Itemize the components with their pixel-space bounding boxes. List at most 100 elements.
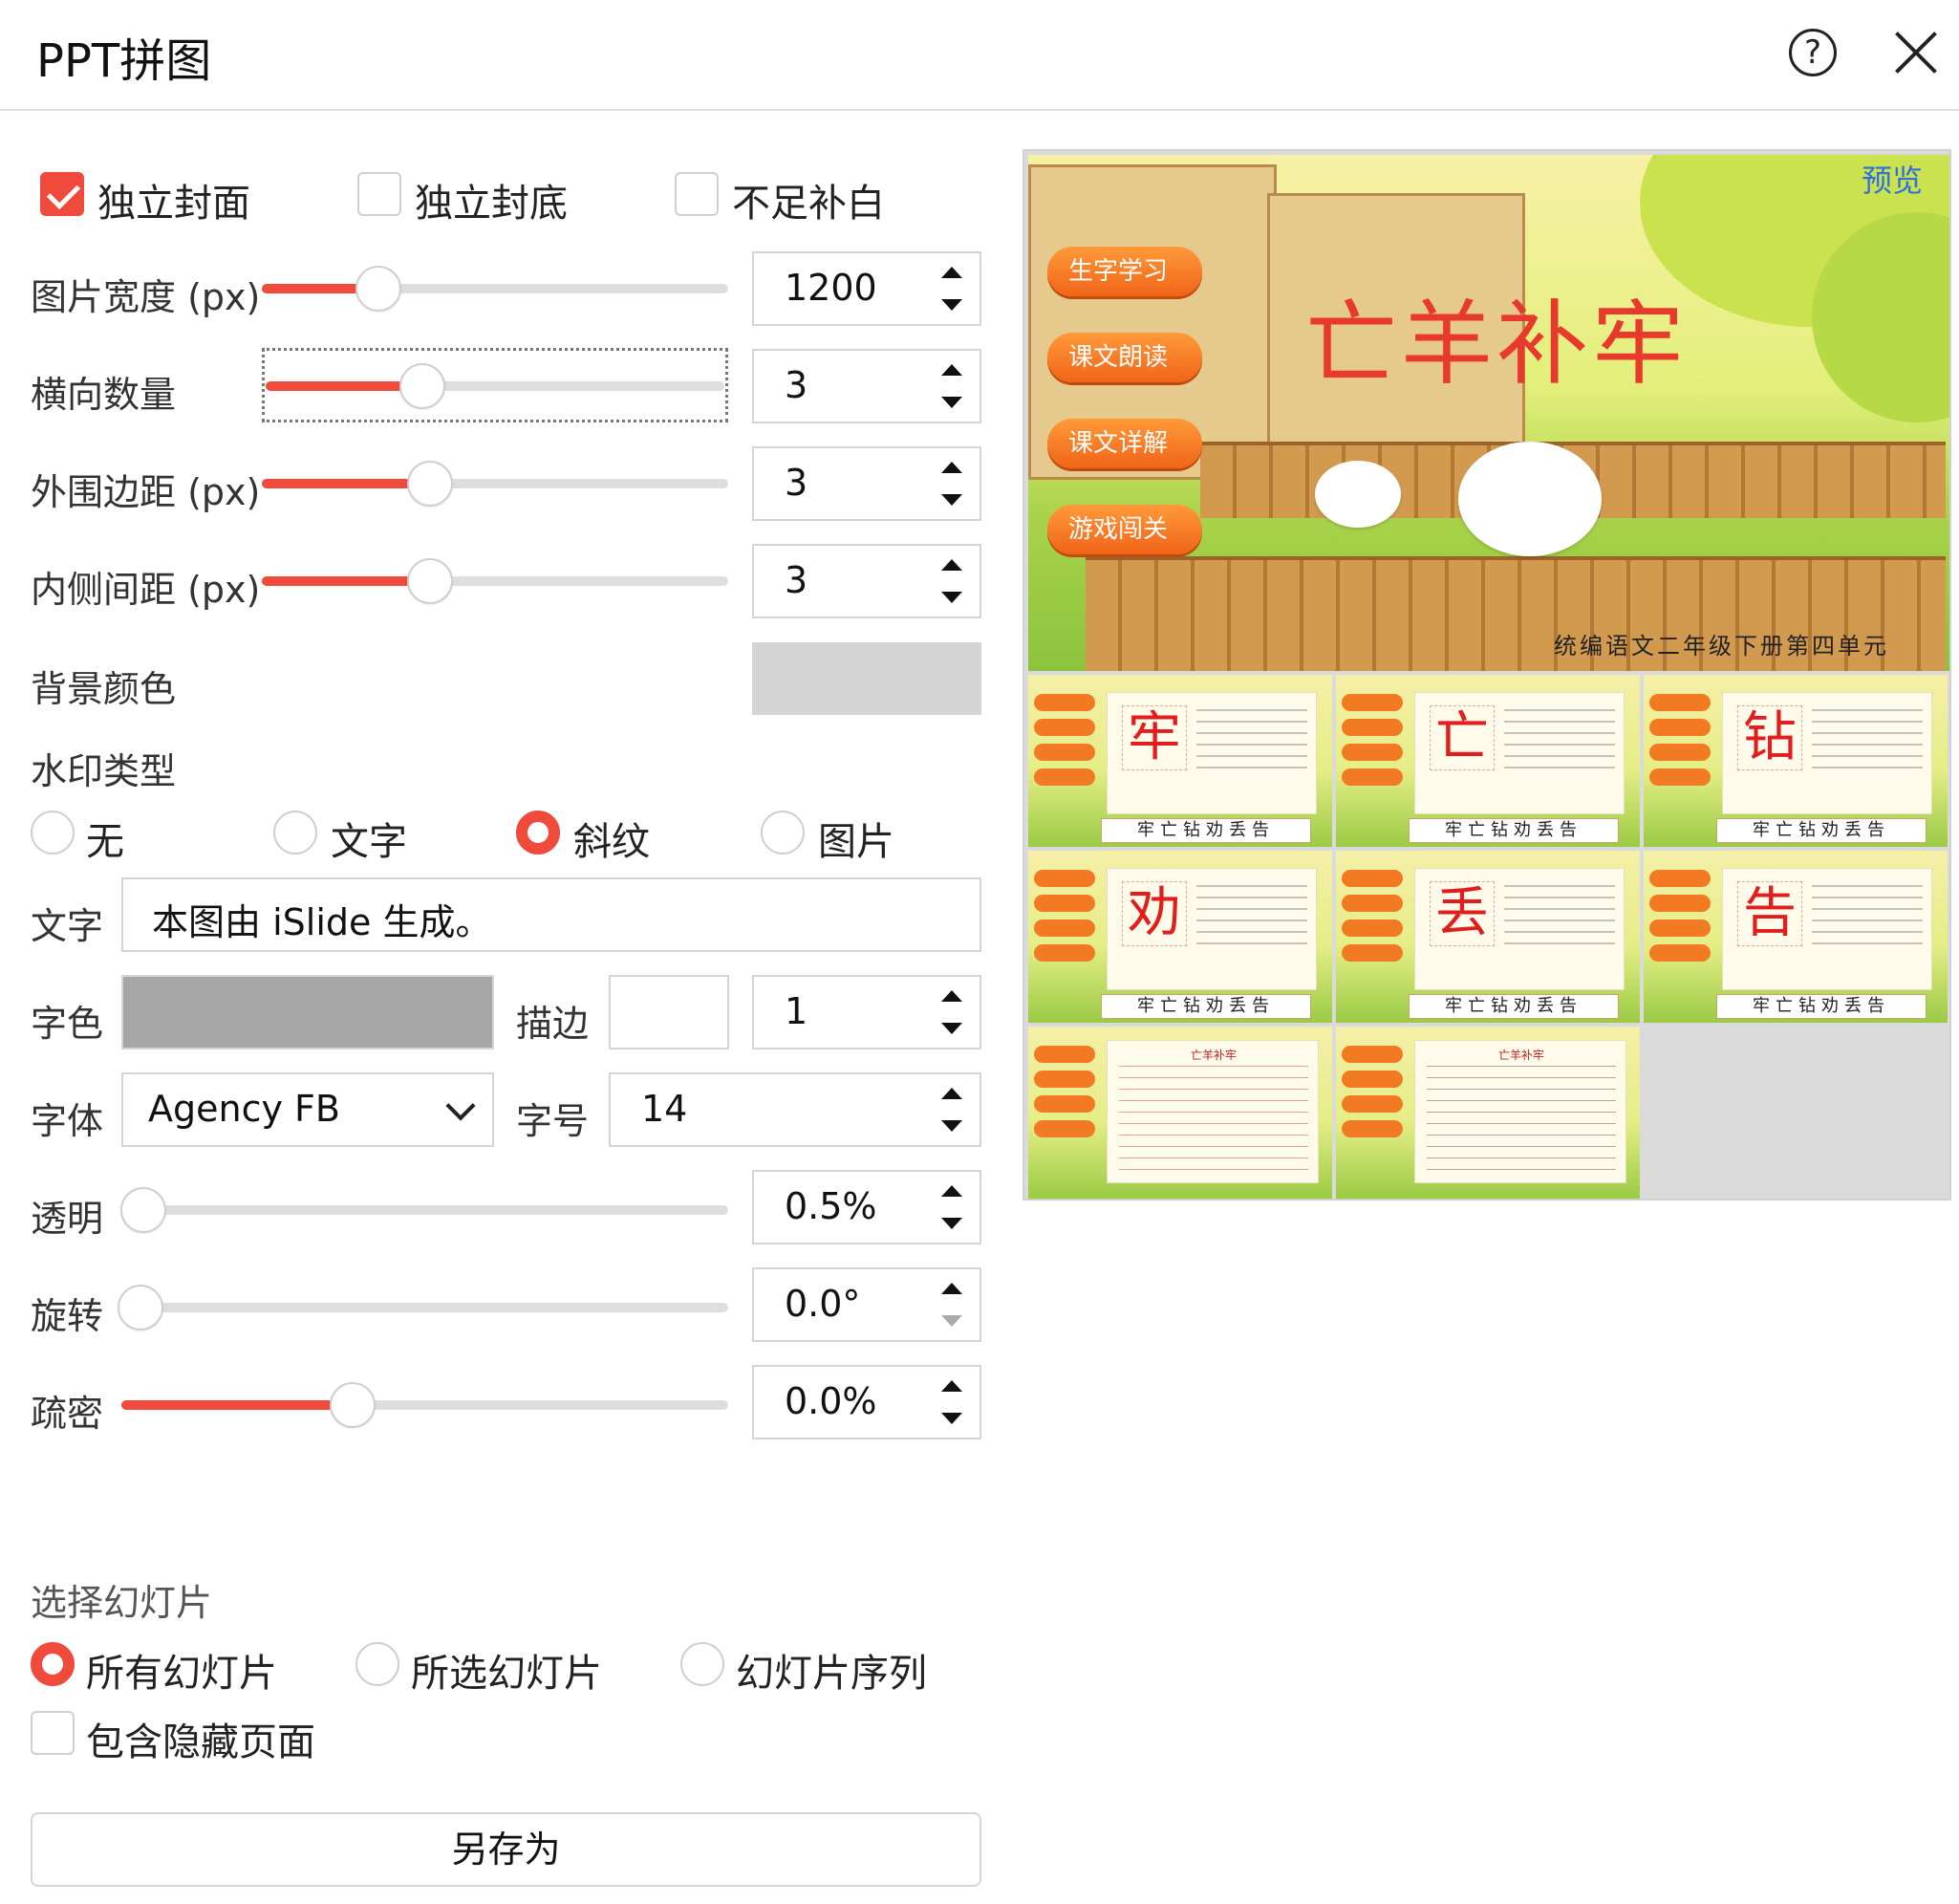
font-color-swatch[interactable]	[121, 975, 494, 1049]
include-hidden-checkbox[interactable]	[31, 1711, 75, 1755]
opacity-spinbox[interactable]: 0.5%	[752, 1170, 981, 1244]
watermark-none-radio[interactable]	[31, 811, 75, 855]
spin-value[interactable]: 0.5%	[785, 1185, 877, 1227]
image-width-slider[interactable]	[262, 266, 728, 312]
cover-slide: 生字学习 课文朗读 课文详解 游戏闯关 亡羊补牢 统编语文二年级下册第四单元	[1028, 155, 1949, 671]
increment-icon[interactable]	[941, 462, 962, 473]
slider-thumb[interactable]	[399, 363, 445, 409]
slider-thumb[interactable]	[118, 1285, 163, 1331]
outer-margin-spinbox[interactable]: 3	[752, 446, 981, 521]
hanzi-char: 亡	[1430, 705, 1495, 770]
spin-value[interactable]: 3	[785, 462, 807, 504]
decrement-icon[interactable]	[941, 592, 962, 603]
image-width-spinbox[interactable]: 1200	[752, 251, 981, 326]
inner-spacing-slider[interactable]	[262, 558, 728, 604]
increment-icon[interactable]	[941, 559, 962, 571]
selected-slides-radio[interactable]	[355, 1642, 399, 1686]
font-size-spinbox[interactable]: 14	[609, 1072, 981, 1147]
slider-thumb[interactable]	[355, 266, 401, 312]
spin-value[interactable]: 3	[785, 559, 807, 601]
density-spinbox[interactable]: 0.0%	[752, 1365, 981, 1439]
rotate-label: 旋转	[31, 1295, 104, 1337]
increment-icon[interactable]	[941, 267, 962, 278]
spin-value[interactable]: 14	[641, 1088, 687, 1130]
watermark-diagonal-radio[interactable]	[516, 811, 560, 855]
hanzi-char: 丢	[1430, 881, 1495, 946]
inner-spacing-label: 内侧间距 (px)	[31, 569, 261, 611]
increment-icon[interactable]	[941, 1088, 962, 1099]
watermark-text-radio[interactable]	[273, 811, 317, 855]
watermark-text-input[interactable]: 本图由 iSlide 生成。	[121, 877, 981, 952]
stroke-label: 描边	[516, 1003, 590, 1045]
selected-slides-label[interactable]: 所选幻灯片	[411, 1642, 602, 1698]
spin-value[interactable]: 0.0°	[785, 1283, 860, 1325]
slider-thumb[interactable]	[120, 1187, 166, 1233]
horizontal-count-slider[interactable]	[266, 363, 724, 409]
increment-icon[interactable]	[941, 364, 962, 376]
watermark-diagonal-label[interactable]: 斜纹	[573, 811, 650, 866]
chevron-down-icon[interactable]	[445, 1091, 476, 1121]
watermark-text-value[interactable]: 本图由 iSlide 生成。	[152, 893, 491, 945]
outer-margin-label: 外围边距 (px)	[31, 471, 261, 513]
watermark-text-label[interactable]: 文字	[331, 811, 407, 866]
all-slides-radio[interactable]	[31, 1642, 75, 1686]
increment-icon[interactable]	[941, 1380, 962, 1392]
cover-menu-item: 课文朗读	[1047, 333, 1202, 382]
decrement-icon[interactable]	[941, 494, 962, 506]
rotate-spinbox[interactable]: 0.0°	[752, 1267, 981, 1342]
independent-back-label[interactable]: 独立封底	[415, 172, 568, 227]
horizontal-count-label: 横向数量	[31, 374, 177, 416]
fill-blank-checkbox[interactable]	[675, 172, 719, 216]
spin-value[interactable]: 0.0%	[785, 1380, 877, 1422]
density-slider[interactable]	[121, 1382, 728, 1428]
decrement-icon[interactable]	[941, 1218, 962, 1229]
slide-thumbnail: 亡 牢亡钻劝丢告	[1336, 675, 1640, 847]
slider-thumb[interactable]	[407, 461, 453, 507]
slide-sequence-label[interactable]: 幻灯片序列	[736, 1642, 927, 1698]
font-select[interactable]: Agency FB	[121, 1072, 494, 1147]
help-button[interactable]: ?	[1789, 29, 1837, 76]
increment-icon[interactable]	[941, 1185, 962, 1197]
decrement-icon[interactable]	[941, 1120, 962, 1132]
save-as-button[interactable]: 另存为	[31, 1812, 981, 1887]
spin-value[interactable]: 1200	[785, 267, 877, 309]
sheep-shape	[1315, 461, 1401, 528]
slide-sequence-radio[interactable]	[680, 1642, 724, 1686]
close-button[interactable]	[1892, 29, 1940, 76]
font-select-value[interactable]: Agency FB	[148, 1088, 340, 1130]
decrement-icon[interactable]	[941, 1315, 962, 1327]
decrement-icon[interactable]	[941, 397, 962, 408]
fill-blank-label[interactable]: 不足补白	[732, 172, 885, 227]
char-strip: 牢亡钻劝丢告	[1409, 994, 1619, 1019]
stroke-color-swatch[interactable]	[609, 975, 729, 1049]
increment-icon[interactable]	[941, 990, 962, 1002]
hanzi-char: 牢	[1122, 705, 1187, 770]
spin-value[interactable]: 3	[785, 364, 807, 406]
slider-thumb[interactable]	[330, 1382, 376, 1428]
all-slides-label[interactable]: 所有幻灯片	[86, 1642, 277, 1698]
watermark-image-label[interactable]: 图片	[818, 811, 894, 866]
watermark-image-radio[interactable]	[761, 811, 805, 855]
include-hidden-label[interactable]: 包含隐藏页面	[86, 1711, 315, 1766]
hanzi-char: 钻	[1737, 705, 1802, 770]
slider-thumb[interactable]	[407, 558, 453, 604]
watermark-none-label[interactable]: 无	[86, 811, 124, 866]
opacity-slider[interactable]	[120, 1187, 728, 1233]
slide-thumbnail: 牢 牢亡钻劝丢告	[1028, 675, 1332, 847]
slider-fill	[262, 479, 411, 488]
outer-margin-slider[interactable]	[262, 461, 728, 507]
independent-cover-label[interactable]: 独立封面	[97, 172, 250, 227]
increment-icon[interactable]	[941, 1283, 962, 1294]
inner-spacing-spinbox[interactable]: 3	[752, 544, 981, 618]
rotate-slider[interactable]	[118, 1285, 728, 1331]
independent-cover-checkbox[interactable]	[40, 172, 84, 216]
spin-value[interactable]: 1	[785, 990, 807, 1032]
decrement-icon[interactable]	[941, 1023, 962, 1034]
stroke-width-spinbox[interactable]: 1	[752, 975, 981, 1049]
decrement-icon[interactable]	[941, 1413, 962, 1424]
cover-menu-item: 生字学习	[1047, 247, 1202, 296]
independent-back-checkbox[interactable]	[357, 172, 401, 216]
decrement-icon[interactable]	[941, 299, 962, 311]
horizontal-count-spinbox[interactable]: 3	[752, 349, 981, 423]
background-color-swatch[interactable]	[752, 642, 981, 715]
